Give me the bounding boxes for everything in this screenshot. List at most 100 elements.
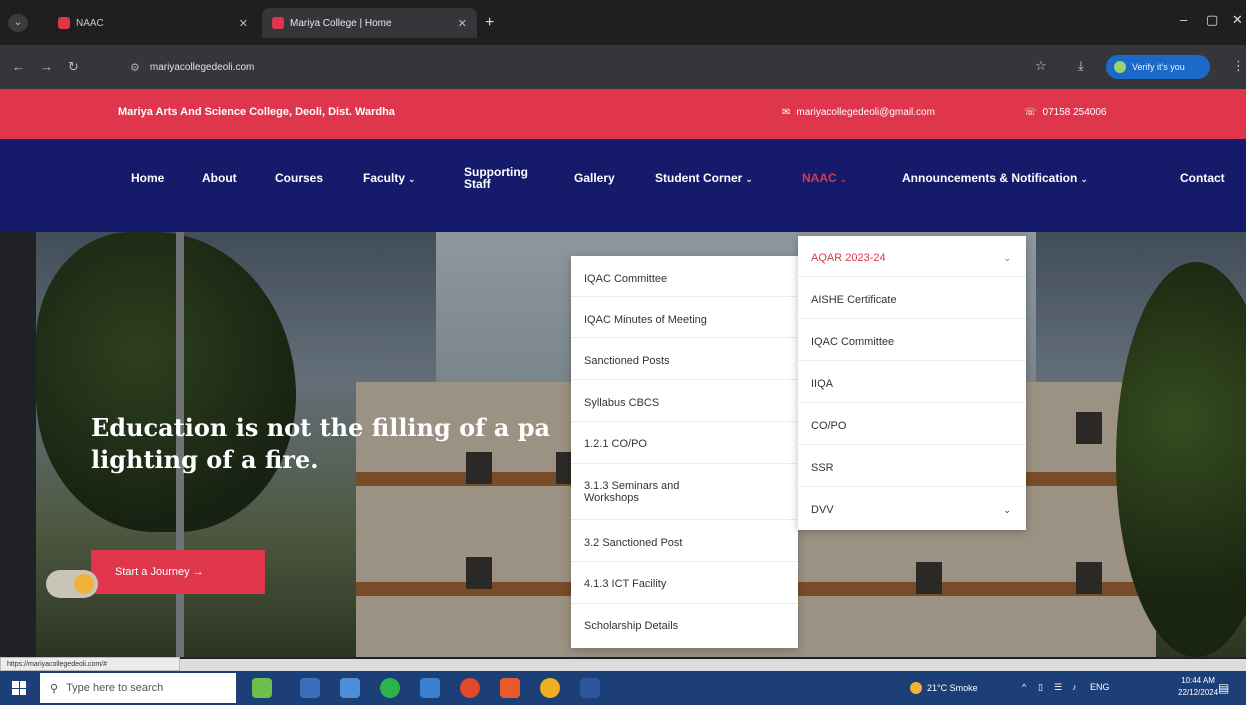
phone-link[interactable]: ☏ 07158 254006 xyxy=(1024,107,1106,118)
browser-tab-naac[interactable]: NAAC ✕ xyxy=(48,8,258,38)
back-icon[interactable]: ← xyxy=(12,59,25,74)
volume-icon[interactable]: ♪ xyxy=(1072,682,1077,692)
taskbar: ⚲ Type here to search 21°C Smoke ^ ▯ ☰ ♪… xyxy=(0,671,1246,705)
divider xyxy=(798,402,1026,403)
nav-student-corner[interactable]: Student Corner ⌄ xyxy=(655,172,753,185)
nav-about[interactable]: About xyxy=(202,172,237,184)
menu-kebab-icon[interactable]: ⋮ xyxy=(1232,58,1245,74)
email-text: mariyacollegedeoli@gmail.com xyxy=(796,107,935,118)
divider xyxy=(798,276,1026,277)
tab-search-icon[interactable]: ⌄ xyxy=(8,14,28,32)
task-view-icon[interactable] xyxy=(300,678,320,698)
close-tab-icon[interactable]: ✕ xyxy=(239,17,248,30)
browser-tab-home[interactable]: Mariya College | Home ✕ xyxy=(262,8,477,38)
reload-icon[interactable]: ↻ xyxy=(68,59,79,75)
menu-item-iiqa[interactable]: IIQA xyxy=(798,378,1026,390)
verify-label: Verify it's you xyxy=(1132,62,1185,72)
notification-icon[interactable]: ▤ xyxy=(1218,681,1229,695)
clock[interactable]: 10:44 AM 22/12/2024 xyxy=(1178,675,1218,699)
time-text: 10:44 AM xyxy=(1181,676,1215,685)
site-info-icon[interactable]: ⚙ xyxy=(130,61,140,74)
close-tab-icon[interactable]: ✕ xyxy=(458,17,467,30)
address-bar[interactable]: ⚙ mariyacollegedeoli.com xyxy=(120,53,1010,81)
windows-start-icon[interactable] xyxy=(12,681,26,695)
menu-item-syllabus-cbcs[interactable]: Syllabus CBCS xyxy=(571,397,798,409)
nav-naac[interactable]: NAAC ⌄ xyxy=(802,172,847,185)
phone-icon: ☏ xyxy=(1024,107,1037,118)
nav-student-corner-label: Student Corner xyxy=(655,171,743,185)
tray-chevron-icon[interactable]: ^ xyxy=(1022,682,1026,692)
menu-item-sanctioned-posts[interactable]: Sanctioned Posts xyxy=(571,355,798,367)
menu-item-iqac-minutes[interactable]: IQAC Minutes of Meeting xyxy=(571,314,798,326)
whatsapp-icon[interactable] xyxy=(380,678,400,698)
taskbar-search[interactable]: ⚲ Type here to search xyxy=(40,673,236,703)
menu-item-iqac-committee[interactable]: IQAC Committee xyxy=(798,336,1026,348)
divider xyxy=(798,360,1026,361)
nav-contact[interactable]: Contact xyxy=(1180,172,1225,184)
phone-text: 07158 254006 xyxy=(1042,107,1107,118)
menu-item-co-po[interactable]: 1.2.1 CO/PO xyxy=(571,438,798,450)
brave-icon[interactable] xyxy=(500,678,520,698)
nav-supporting-staff[interactable]: Supporting Staff xyxy=(464,166,528,190)
theme-toggle[interactable] xyxy=(46,570,98,598)
menu-item-ssr[interactable]: SSR xyxy=(798,462,1026,474)
screen: ⌄ NAAC ✕ Mariya College | Home ✕ + – ▢ ✕… xyxy=(0,0,1246,705)
menu-item-line: 3.1.3 Seminars and xyxy=(584,480,680,492)
divider xyxy=(798,444,1026,445)
divider xyxy=(798,318,1026,319)
menu-item-scholarship[interactable]: Scholarship Details xyxy=(571,620,798,632)
divider xyxy=(798,486,1026,487)
word-icon[interactable] xyxy=(580,678,600,698)
minimize-icon[interactable]: – xyxy=(1180,12,1187,27)
divider xyxy=(571,519,798,520)
chevron-down-icon: ⌄ xyxy=(839,174,848,184)
battery-icon[interactable]: ▯ xyxy=(1038,682,1043,693)
menu-item-aishe[interactable]: AISHE Certificate xyxy=(798,294,1026,306)
main-navigation: Home About Courses Faculty ⌄ Supporting S… xyxy=(0,139,1246,232)
file-explorer-icon[interactable] xyxy=(420,678,440,698)
nav-faculty[interactable]: Faculty ⌄ xyxy=(363,172,416,185)
college-name[interactable]: Mariya Arts And Science College, Deoli, … xyxy=(118,106,395,118)
menu-item-ict-facility[interactable]: 4.1.3 ICT Facility xyxy=(571,578,798,590)
url-text: mariyacollegedeoli.com xyxy=(149,61,255,73)
menu-item-sanctioned-post[interactable]: 3.2 Sanctioned Post xyxy=(571,537,798,549)
menu-item-aqar[interactable]: AQAR 2023-24 ⌄ xyxy=(798,252,1026,264)
calculator-app-icon[interactable] xyxy=(252,678,272,698)
menu-item-co-po[interactable]: CO/PO xyxy=(798,420,1026,432)
language-indicator[interactable]: ENG xyxy=(1090,682,1110,692)
sun-icon xyxy=(74,574,94,594)
weather-text: 21°C Smoke xyxy=(927,683,978,693)
nav-gallery[interactable]: Gallery xyxy=(574,172,615,184)
new-tab-icon[interactable]: + xyxy=(485,14,494,32)
browser-tab-strip: ⌄ NAAC ✕ Mariya College | Home ✕ + – ▢ ✕ xyxy=(0,0,1246,45)
divider xyxy=(571,421,798,422)
download-icon[interactable]: ⤓ xyxy=(1078,58,1084,74)
chrome-icon[interactable] xyxy=(460,678,480,698)
start-journey-button[interactable]: Start a Journey → xyxy=(91,550,265,594)
nav-faculty-label: Faculty xyxy=(363,171,406,185)
mail-icon: ✉ xyxy=(782,107,791,118)
nav-home[interactable]: Home xyxy=(131,172,164,184)
nav-courses[interactable]: Courses xyxy=(275,172,323,184)
menu-item-dvv[interactable]: DVV ⌄ xyxy=(798,504,1026,516)
network-icon[interactable]: ☰ xyxy=(1054,682,1062,693)
divider xyxy=(571,379,798,380)
chrome-active-icon[interactable] xyxy=(540,678,560,698)
menu-item-aqar-label: AQAR 2023-24 xyxy=(811,252,886,264)
chevron-down-icon: ⌄ xyxy=(1080,174,1088,184)
close-window-icon[interactable]: ✕ xyxy=(1232,12,1243,28)
search-icon: ⚲ xyxy=(50,682,59,695)
nav-announcements[interactable]: Announcements & Notification ⌄ xyxy=(902,172,1088,185)
email-link[interactable]: ✉ mariyacollegedeoli@gmail.com xyxy=(782,107,935,118)
forward-icon[interactable]: → xyxy=(40,59,53,74)
horizontal-scrollbar[interactable] xyxy=(180,659,1246,671)
site-topbar: Mariya Arts And Science College, Deoli, … xyxy=(0,89,1246,139)
weather-app-icon[interactable] xyxy=(340,678,360,698)
bookmark-star-icon[interactable]: ☆ xyxy=(1035,58,1047,74)
menu-item-iqac-committee[interactable]: IQAC Committee xyxy=(571,273,798,285)
menu-item-seminars-workshops[interactable]: 3.1.3 Seminars and Workshops xyxy=(571,480,798,504)
tab-title: Mariya College | Home xyxy=(290,17,392,29)
maximize-icon[interactable]: ▢ xyxy=(1206,12,1218,28)
verify-button[interactable]: Verify it's you xyxy=(1106,55,1210,79)
tray-weather[interactable]: 21°C Smoke xyxy=(910,682,978,694)
